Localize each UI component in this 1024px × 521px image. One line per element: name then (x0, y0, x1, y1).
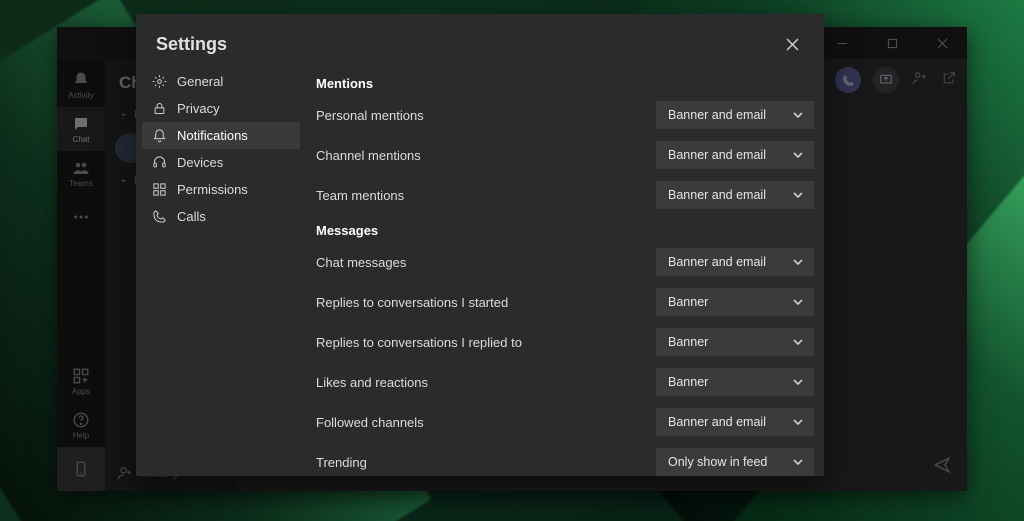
setting-label: Trending (316, 455, 656, 470)
setting-label: Team mentions (316, 188, 656, 203)
minimize-button[interactable] (825, 30, 859, 56)
settings-content: Mentions Personal mentions Banner and em… (306, 62, 824, 476)
window-close-button[interactable] (925, 30, 959, 56)
headset-icon (152, 155, 167, 170)
setting-label: Replies to conversations I replied to (316, 335, 656, 350)
settings-nav-devices[interactable]: Devices (142, 149, 300, 176)
send-button[interactable] (933, 456, 951, 479)
setting-row: Personal mentions Banner and email (316, 101, 814, 129)
chevron-down-icon (792, 456, 804, 468)
share-screen-button[interactable] (873, 67, 899, 93)
group-mentions-title: Mentions (316, 76, 814, 91)
settings-nav-notifications[interactable]: Notifications (142, 122, 300, 149)
setting-row: Trending Only show in feed (316, 448, 814, 476)
phone-icon (152, 209, 167, 224)
dropdown-replies-started[interactable]: Banner (656, 288, 814, 316)
setting-row: Chat messages Banner and email (316, 248, 814, 276)
settings-modal: Settings General Privacy Notifications D… (136, 14, 824, 476)
rail-help[interactable]: Help (57, 403, 105, 447)
dropdown-trending[interactable]: Only show in feed (656, 448, 814, 476)
group-messages-title: Messages (316, 223, 814, 238)
app-rail: Activity Chat Teams Apps Help (57, 59, 105, 491)
setting-label: Chat messages (316, 255, 656, 270)
rail-label: Chat (73, 135, 90, 144)
setting-row: Replies to conversations I replied to Ba… (316, 328, 814, 356)
rail-label: Apps (72, 387, 90, 396)
dropdown-likes[interactable]: Banner (656, 368, 814, 396)
setting-label: Followed channels (316, 415, 656, 430)
settings-nav: General Privacy Notifications Devices Pe… (136, 62, 306, 476)
add-people-button[interactable] (911, 69, 929, 92)
rail-activity[interactable]: Activity (57, 63, 105, 107)
close-icon (786, 38, 799, 51)
rail-label: Activity (68, 91, 93, 100)
dropdown-followed[interactable]: Banner and email (656, 408, 814, 436)
dropdown-personal-mentions[interactable]: Banner and email (656, 101, 814, 129)
rail-label: Teams (69, 179, 93, 188)
dropdown-replies-replied[interactable]: Banner (656, 328, 814, 356)
chevron-down-icon (792, 256, 804, 268)
bell-icon (152, 128, 167, 143)
chevron-down-icon (792, 376, 804, 388)
apps-icon (152, 182, 167, 197)
setting-label: Personal mentions (316, 108, 656, 123)
people-add-icon (117, 465, 133, 481)
settings-nav-permissions[interactable]: Permissions (142, 176, 300, 203)
chevron-down-icon (792, 336, 804, 348)
chevron-down-icon (792, 189, 804, 201)
chevron-down-icon (792, 296, 804, 308)
dropdown-team-mentions[interactable]: Banner and email (656, 181, 814, 209)
settings-nav-calls[interactable]: Calls (142, 203, 300, 230)
setting-label: Replies to conversations I started (316, 295, 656, 310)
rail-mobile[interactable] (57, 447, 105, 491)
rail-more[interactable] (57, 195, 105, 239)
setting-row: Likes and reactions Banner (316, 368, 814, 396)
setting-row: Followed channels Banner and email (316, 408, 814, 436)
audio-call-button[interactable] (835, 67, 861, 93)
settings-nav-privacy[interactable]: Privacy (142, 95, 300, 122)
close-button[interactable] (780, 32, 804, 56)
settings-nav-general[interactable]: General (142, 68, 300, 95)
setting-row: Team mentions Banner and email (316, 181, 814, 209)
chevron-down-icon (792, 416, 804, 428)
setting-row: Replies to conversations I started Banne… (316, 288, 814, 316)
setting-row: Channel mentions Banner and email (316, 141, 814, 169)
chevron-down-icon (792, 149, 804, 161)
lock-icon (152, 101, 167, 116)
setting-label: Channel mentions (316, 148, 656, 163)
rail-chat[interactable]: Chat (57, 107, 105, 151)
chevron-down-icon (792, 109, 804, 121)
popout-button[interactable] (941, 70, 957, 91)
rail-apps[interactable]: Apps (57, 359, 105, 403)
dropdown-chat-messages[interactable]: Banner and email (656, 248, 814, 276)
rail-label: Help (73, 431, 89, 440)
setting-label: Likes and reactions (316, 375, 656, 390)
settings-title: Settings (156, 34, 227, 55)
maximize-button[interactable] (875, 30, 909, 56)
rail-teams[interactable]: Teams (57, 151, 105, 195)
gear-icon (152, 74, 167, 89)
dropdown-channel-mentions[interactable]: Banner and email (656, 141, 814, 169)
